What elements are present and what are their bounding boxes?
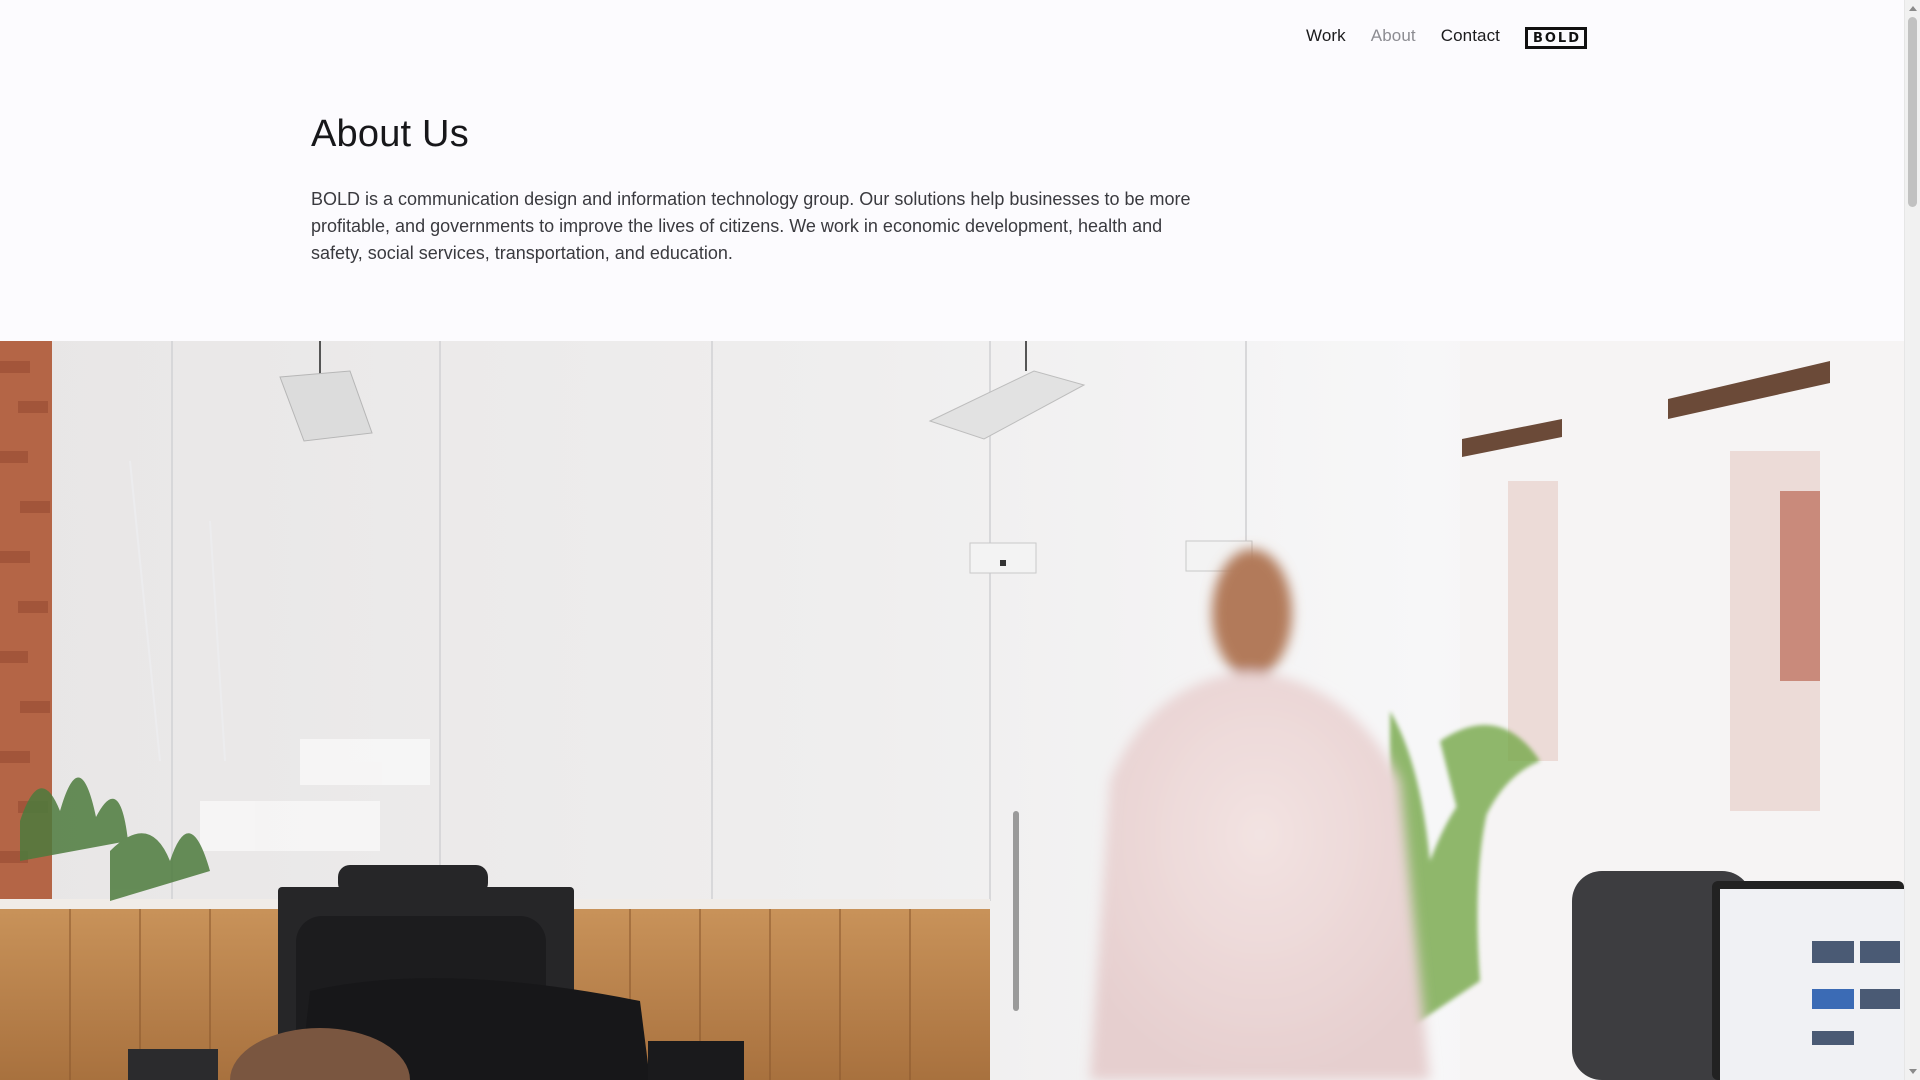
page: Work About Contact BOLD About Us BOLD is… [0, 0, 1904, 1080]
hero-image [0, 341, 1904, 1080]
intro-paragraph: BOLD is a communication design and infor… [311, 189, 1191, 263]
vertical-scrollbar[interactable] [1904, 0, 1920, 1080]
bold-logo[interactable]: BOLD [1525, 27, 1587, 49]
page-title: About Us [311, 113, 469, 155]
nav-item-contact[interactable]: Contact [1441, 26, 1500, 46]
chevron-up-icon[interactable] [1909, 6, 1917, 11]
main-nav: Work About Contact [1306, 24, 1525, 48]
nav-item-work[interactable]: Work [1306, 26, 1346, 46]
scrollbar-thumb[interactable] [1908, 17, 1917, 207]
chevron-down-icon[interactable] [1909, 1069, 1917, 1074]
nav-item-about[interactable]: About [1371, 26, 1416, 46]
